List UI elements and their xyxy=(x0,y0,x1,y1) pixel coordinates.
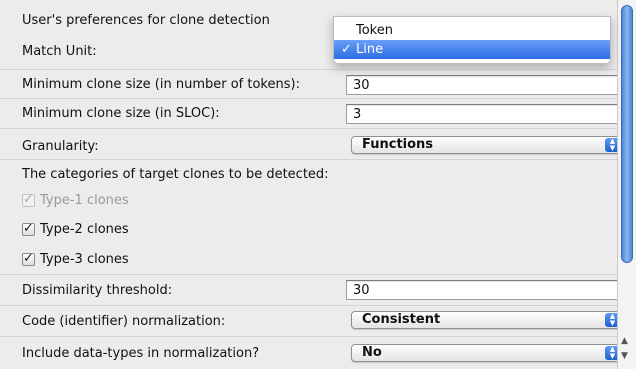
check-icon: ✓ xyxy=(341,42,352,57)
check-icon: ✓ xyxy=(23,251,34,266)
min-tokens-input[interactable]: 30 xyxy=(346,75,620,95)
type3-label: Type-3 clones xyxy=(40,252,129,267)
separator xyxy=(0,98,617,99)
check-icon: ✓ xyxy=(23,221,34,236)
datatypes-value: No xyxy=(362,345,382,360)
scroll-thumb[interactable] xyxy=(621,5,633,263)
normalization-popup[interactable]: Consistent ▲ ▼ xyxy=(351,311,622,329)
type1-label: Type-1 clones xyxy=(40,193,129,208)
min-tokens-label: Minimum clone size (in number of tokens)… xyxy=(22,77,300,92)
vertical-scrollbar[interactable]: ▲ ▼ xyxy=(617,0,636,369)
scroll-down-arrow-icon[interactable]: ▼ xyxy=(621,351,628,361)
section-header: User's preferences for clone detection xyxy=(22,13,270,28)
dissimilarity-input[interactable]: 30 xyxy=(346,280,620,300)
menu-item-label: Token xyxy=(356,23,393,38)
separator xyxy=(0,305,617,306)
separator xyxy=(0,69,617,70)
match-unit-label: Match Unit: xyxy=(22,44,97,59)
datatypes-popup[interactable]: No ▲ ▼ xyxy=(351,344,622,362)
granularity-popup[interactable]: Functions ▲ ▼ xyxy=(351,136,622,154)
categories-label: The categories of target clones to be de… xyxy=(22,167,329,182)
type3-checkbox[interactable]: ✓ xyxy=(22,251,35,266)
type1-checkbox[interactable]: ✓ xyxy=(22,192,35,207)
granularity-label: Granularity: xyxy=(22,139,99,154)
separator xyxy=(0,336,617,337)
datatypes-label: Include data-types in normalization? xyxy=(22,346,260,361)
normalization-value: Consistent xyxy=(362,312,441,327)
scroll-up-arrow-icon[interactable]: ▲ xyxy=(621,336,628,346)
min-sloc-label: Minimum clone size (in SLOC): xyxy=(22,106,220,121)
separator xyxy=(0,128,617,129)
type2-label: Type-2 clones xyxy=(40,222,129,237)
dissimilarity-label: Dissimilarity threshold: xyxy=(22,283,173,298)
min-sloc-input[interactable]: 3 xyxy=(346,104,620,124)
menu-item-line[interactable]: ✓ Line xyxy=(334,40,610,59)
separator xyxy=(0,159,617,160)
granularity-value: Functions xyxy=(362,137,434,152)
normalization-label: Code (identifier) normalization: xyxy=(22,314,226,329)
menu-item-token[interactable]: Token xyxy=(334,21,610,40)
type2-checkbox[interactable]: ✓ xyxy=(22,221,35,236)
match-unit-dropdown-menu: Token ✓ Line xyxy=(333,16,611,64)
separator xyxy=(0,274,617,275)
menu-item-label: Line xyxy=(356,42,384,57)
check-icon: ✓ xyxy=(23,192,34,207)
